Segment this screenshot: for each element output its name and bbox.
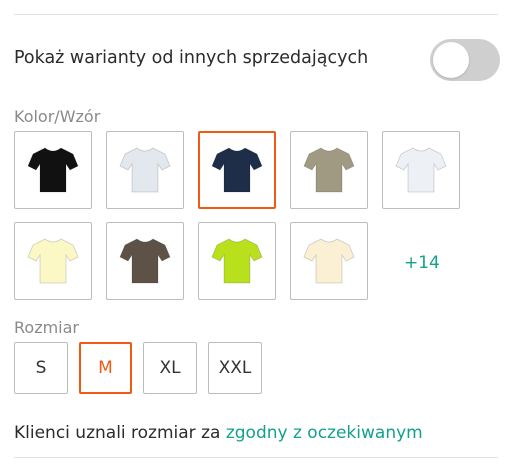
size-button-xl[interactable]: XL xyxy=(143,342,197,394)
other-sellers-toggle-row: Pokaż warianty od innych sprzedających xyxy=(14,39,500,81)
tshirt-icon xyxy=(119,147,171,193)
tshirt-icon xyxy=(211,238,263,284)
size-fit-link[interactable]: zgodny z oczekiwanym xyxy=(226,423,423,443)
other-sellers-toggle[interactable] xyxy=(430,39,500,81)
color-swatch-black[interactable] xyxy=(14,131,92,209)
bottom-divider xyxy=(14,457,498,458)
tshirt-icon xyxy=(395,147,447,193)
color-section-label: Kolor/Wzór xyxy=(14,107,101,126)
color-swatch-lime[interactable] xyxy=(198,222,276,300)
tshirt-icon xyxy=(303,238,355,284)
color-swatch-brown[interactable] xyxy=(106,222,184,300)
more-colors-link[interactable]: +14 xyxy=(404,253,440,273)
size-section-label: Rozmiar xyxy=(14,318,79,337)
top-divider xyxy=(14,14,498,15)
tshirt-icon xyxy=(211,147,263,193)
tshirt-icon xyxy=(119,238,171,284)
tshirt-icon xyxy=(27,147,79,193)
size-button-xxl[interactable]: XXL xyxy=(208,342,262,394)
size-button-m[interactable]: M xyxy=(79,342,132,394)
color-swatch-khaki[interactable] xyxy=(290,131,368,209)
tshirt-icon xyxy=(27,238,79,284)
other-sellers-toggle-label: Pokaż warianty od innych sprzedających xyxy=(14,48,369,68)
toggle-knob xyxy=(433,42,469,78)
size-button-s[interactable]: S xyxy=(14,342,68,394)
color-swatch-navy[interactable] xyxy=(198,131,276,209)
tshirt-icon xyxy=(303,147,355,193)
size-fit-note: Klienci uznali rozmiar za zgodny z oczek… xyxy=(14,423,423,443)
color-swatch-ivory[interactable] xyxy=(290,222,368,300)
color-swatch-white-grey[interactable] xyxy=(106,131,184,209)
size-fit-prefix: Klienci uznali rozmiar za xyxy=(14,423,226,443)
color-swatch-cream[interactable] xyxy=(14,222,92,300)
color-swatch-white[interactable] xyxy=(382,131,460,209)
